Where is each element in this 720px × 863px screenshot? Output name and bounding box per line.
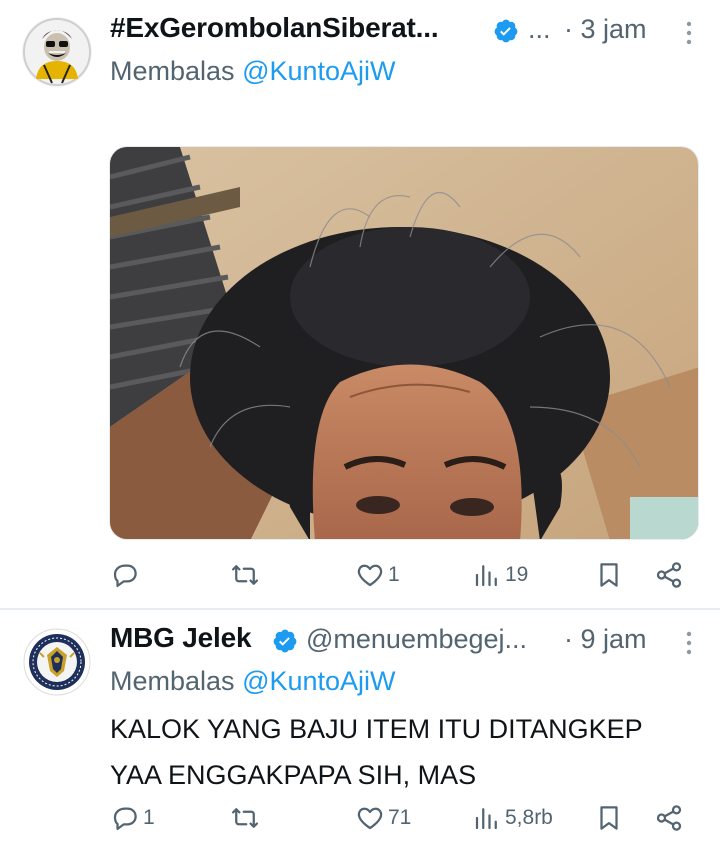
like-count: 71: [388, 806, 412, 829]
tweet-photo[interactable]: [109, 146, 699, 540]
verified-badge-icon: [494, 19, 518, 43]
retweet-button[interactable]: [230, 800, 263, 836]
tweet-header: MBG Jelek @menuembegej... · 9 jam: [110, 622, 700, 662]
bookmark-button[interactable]: [594, 557, 624, 593]
reply-prefix: Membalas: [110, 666, 235, 696]
tweet-text-line: KALOK YANG BAJU ITEM ITU DITANGKEP: [110, 714, 643, 744]
avatar[interactable]: [22, 627, 92, 697]
like-button[interactable]: 1: [355, 557, 400, 593]
views-count: 5,8rb: [505, 806, 553, 829]
heart-icon: [357, 564, 383, 587]
time-label: 9 jam: [580, 624, 647, 654]
avatar[interactable]: [22, 17, 92, 87]
tweet-2[interactable]: MBG Jelek @menuembegej... · 9 jam Membal…: [0, 610, 720, 863]
reply-icon: [113, 564, 137, 587]
tweet-1[interactable]: #ExGerombolanSiberat... ... · 3 jam Memb…: [0, 0, 720, 608]
display-name[interactable]: #ExGerombolanSiberat...: [110, 12, 439, 44]
timestamp[interactable]: · 3 jam: [564, 14, 647, 45]
reply-mention-link[interactable]: @KuntoAjiW: [242, 56, 395, 86]
retweet-icon: [232, 565, 258, 585]
handle[interactable]: ...: [528, 14, 551, 45]
display-name[interactable]: MBG Jelek: [110, 622, 252, 654]
retweet-icon: [232, 808, 258, 828]
reply-context: Membalas @KuntoAjiW: [110, 56, 396, 87]
heart-icon: [357, 807, 383, 830]
reply-context: Membalas @KuntoAjiW: [110, 666, 396, 697]
reply-icon: [113, 807, 137, 830]
bookmark-button[interactable]: [594, 800, 624, 836]
views-icon: [475, 565, 497, 587]
like-button[interactable]: 71: [355, 800, 411, 836]
more-icon[interactable]: [686, 630, 692, 656]
tweet-header: #ExGerombolanSiberat... ... · 3 jam: [110, 12, 700, 52]
action-bar: 1 19: [110, 557, 690, 597]
bookmark-icon: [600, 563, 618, 587]
photo-image: [110, 147, 698, 539]
action-bar: 1 71 5,8rb: [110, 800, 690, 840]
views-button[interactable]: 5,8rb: [472, 800, 553, 836]
more-icon[interactable]: [686, 20, 692, 46]
handle[interactable]: @menuembegej...: [306, 624, 527, 655]
verified-badge-icon: [273, 629, 297, 653]
share-button[interactable]: [654, 800, 684, 836]
share-icon: [656, 562, 682, 588]
views-icon: [475, 808, 497, 830]
bookmark-icon: [600, 806, 618, 830]
views-button[interactable]: 19: [472, 557, 528, 593]
retweet-button[interactable]: [230, 557, 263, 593]
separator-dot: ·: [564, 14, 573, 44]
reply-button[interactable]: 1: [110, 800, 155, 836]
reply-mention-link[interactable]: @KuntoAjiW: [242, 666, 395, 696]
avatar-emblem-image: [22, 627, 92, 697]
tweet-text: KALOK YANG BAJU ITEM ITU DITANGKEP YAA E…: [110, 706, 643, 798]
views-count: 19: [505, 563, 529, 586]
like-count: 1: [388, 563, 400, 586]
share-icon: [656, 805, 682, 831]
share-button[interactable]: [654, 557, 684, 593]
reply-count: 1: [143, 806, 155, 829]
reply-prefix: Membalas: [110, 56, 235, 86]
tweet-text-line: YAA ENGGAKPAPA SIH, MAS: [110, 760, 477, 790]
separator-dot: ·: [564, 624, 573, 654]
time-label: 3 jam: [580, 14, 647, 44]
reply-button[interactable]: [110, 557, 143, 593]
timestamp[interactable]: · 9 jam: [564, 624, 647, 655]
avatar-cartoon-image: [22, 17, 92, 87]
